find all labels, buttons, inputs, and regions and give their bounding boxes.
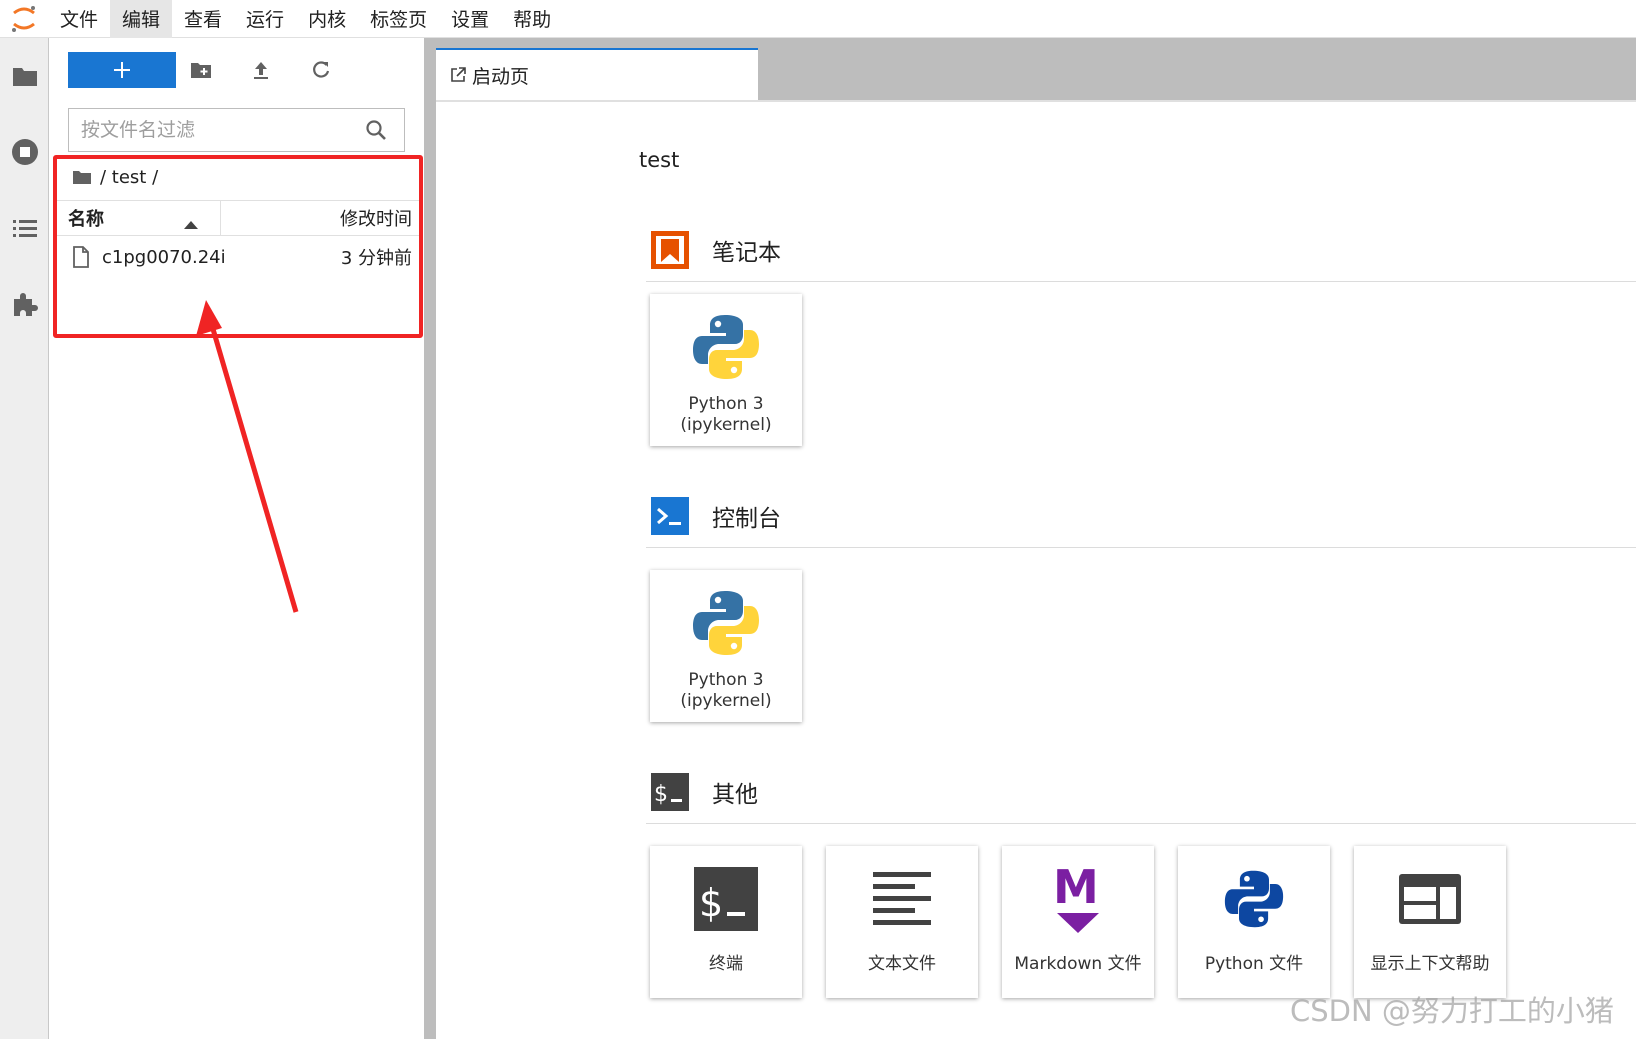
launcher-icon [450, 67, 466, 83]
table-of-contents-icon[interactable] [0, 204, 49, 252]
file-filter-input[interactable] [69, 110, 359, 150]
card-label: 显示上下文帮助 [1370, 954, 1490, 974]
python-logo-icon [692, 586, 760, 660]
launcher-card-python-file[interactable]: Python 文件 [1178, 846, 1330, 998]
tab-label: 启动页 [472, 65, 530, 88]
file-filter [68, 108, 405, 152]
watermark: CSDN @努力打工的小猪 [1290, 994, 1614, 1028]
svg-text:$: $ [654, 782, 668, 807]
menu-bar: 文件 编辑 查看 运行 内核 标签页 设置 帮助 [0, 0, 1636, 38]
section-divider [646, 547, 1636, 548]
tab-bar: 启动页 [436, 38, 1636, 100]
tab-divider [436, 100, 1636, 102]
new-launcher-button[interactable] [68, 52, 176, 88]
plus-icon [114, 62, 130, 78]
annotation-highlight-box [53, 155, 423, 338]
menu-kernel[interactable]: 内核 [296, 0, 358, 38]
console-icon [650, 496, 690, 536]
section-console: 控制台 [650, 494, 781, 538]
terminal-icon: $ [650, 772, 690, 812]
search-icon [365, 119, 387, 141]
terminal-icon: $ [693, 860, 759, 938]
launcher-card-terminal[interactable]: $ 终端 [650, 846, 802, 998]
menu-view[interactable]: 查看 [172, 0, 234, 38]
card-label: Markdown 文件 [1014, 954, 1142, 974]
menu-file[interactable]: 文件 [48, 0, 110, 38]
menu-edit[interactable]: 编辑 [110, 0, 173, 38]
launcher-card-notebook-python3[interactable]: Python 3 (ipykernel) [650, 294, 802, 446]
python-logo-icon [692, 310, 760, 384]
menu-run[interactable]: 运行 [234, 0, 296, 38]
svg-text:$: $ [699, 881, 723, 925]
card-label: 文本文件 [868, 954, 936, 974]
activity-bar [0, 38, 49, 1039]
refresh-icon[interactable] [305, 54, 337, 86]
section-divider [646, 281, 1636, 282]
markdown-icon: M [1053, 860, 1103, 938]
svg-text:M: M [1053, 863, 1099, 914]
main-area: 启动页 test 笔记本 Python 3 (ipykernel) 控制台 Py… [436, 38, 1636, 1039]
new-folder-icon[interactable] [185, 54, 217, 86]
file-browser-toolbar [50, 38, 424, 102]
tab-launcher[interactable]: 启动页 [436, 48, 758, 100]
launcher-card-context-help[interactable]: 显示上下文帮助 [1354, 846, 1506, 998]
card-label: Python 3 (ipykernel) [680, 670, 772, 711]
extension-manager-icon[interactable] [0, 280, 49, 328]
section-divider [646, 823, 1636, 824]
jupyter-logo-icon [0, 0, 48, 38]
section-title: 其他 [712, 782, 758, 808]
launcher-cwd: test [639, 148, 680, 172]
upload-icon[interactable] [245, 54, 277, 86]
card-label: 终端 [709, 954, 743, 974]
card-label: Python 文件 [1204, 954, 1304, 974]
text-file-icon [871, 860, 933, 938]
launcher-card-text-file[interactable]: 文本文件 [826, 846, 978, 998]
section-notebook: 笔记本 [650, 228, 781, 272]
folder-icon[interactable] [0, 52, 49, 100]
running-sessions-icon[interactable] [0, 128, 49, 176]
section-other: $ 其他 [650, 770, 758, 814]
context-help-icon [1397, 860, 1463, 938]
launcher-card-console-python3[interactable]: Python 3 (ipykernel) [650, 570, 802, 722]
panel-splitter[interactable] [424, 38, 436, 1039]
python-file-icon [1224, 860, 1284, 938]
menu-help[interactable]: 帮助 [501, 0, 563, 38]
section-title: 笔记本 [712, 240, 781, 266]
menu-settings[interactable]: 设置 [439, 0, 501, 38]
card-label: Python 3 (ipykernel) [680, 394, 772, 435]
section-title: 控制台 [712, 506, 781, 532]
menu-tabs[interactable]: 标签页 [358, 0, 439, 38]
notebook-icon [650, 230, 690, 270]
launcher-card-markdown-file[interactable]: M Markdown 文件 [1002, 846, 1154, 998]
